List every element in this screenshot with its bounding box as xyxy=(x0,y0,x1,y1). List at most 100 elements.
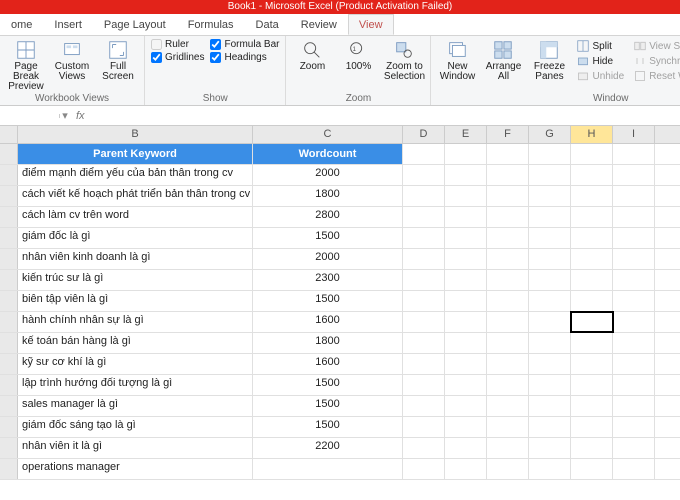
cell[interactable] xyxy=(571,459,613,479)
cell[interactable] xyxy=(445,375,487,395)
cell[interactable]: 2000 xyxy=(253,165,403,185)
cell[interactable]: 2000 xyxy=(253,249,403,269)
cell[interactable] xyxy=(571,186,613,206)
tab-ome[interactable]: ome xyxy=(0,14,43,35)
cell-header-c[interactable]: Wordcount xyxy=(253,144,403,164)
cell[interactable] xyxy=(403,270,445,290)
cell[interactable] xyxy=(571,228,613,248)
formula-bar-checkbox[interactable]: Formula Bar xyxy=(210,39,279,50)
cell[interactable] xyxy=(487,186,529,206)
cell[interactable]: giám đốc sáng tạo là gì xyxy=(18,417,253,437)
cell[interactable] xyxy=(571,270,613,290)
cell[interactable] xyxy=(529,165,571,185)
cell[interactable] xyxy=(613,186,655,206)
col-header-I[interactable]: I xyxy=(613,126,655,143)
cell[interactable]: lập trình hướng đối tượng là gì xyxy=(18,375,253,395)
cell[interactable]: kiến trúc sư là gì xyxy=(18,270,253,290)
row-header[interactable] xyxy=(0,333,18,353)
cell[interactable] xyxy=(571,333,613,353)
cell[interactable] xyxy=(487,291,529,311)
col-header-G[interactable]: G xyxy=(529,126,571,143)
name-box[interactable] xyxy=(0,114,60,118)
cell[interactable] xyxy=(529,186,571,206)
cell[interactable]: 2300 xyxy=(253,270,403,290)
cell[interactable] xyxy=(613,438,655,458)
cell[interactable]: operations manager xyxy=(18,459,253,479)
cell[interactable] xyxy=(445,207,487,227)
cell[interactable] xyxy=(403,207,445,227)
cell[interactable]: điểm mạnh điểm yếu của bản thân trong cv xyxy=(18,165,253,185)
cell[interactable] xyxy=(403,438,445,458)
cell[interactable]: 1500 xyxy=(253,228,403,248)
row-header[interactable] xyxy=(0,375,18,395)
cell[interactable] xyxy=(571,312,613,332)
cell[interactable] xyxy=(529,396,571,416)
cell-header-b[interactable]: Parent Keyword xyxy=(18,144,253,164)
cell[interactable] xyxy=(613,165,655,185)
row-header[interactable] xyxy=(0,354,18,374)
cell[interactable] xyxy=(529,417,571,437)
tab-insert[interactable]: Insert xyxy=(43,14,93,35)
cell[interactable] xyxy=(613,354,655,374)
cell[interactable] xyxy=(445,165,487,185)
cell[interactable] xyxy=(403,354,445,374)
cell[interactable] xyxy=(571,144,613,164)
cell[interactable] xyxy=(571,417,613,437)
cell[interactable] xyxy=(487,249,529,269)
cell[interactable] xyxy=(445,270,487,290)
cell[interactable] xyxy=(529,207,571,227)
row-header[interactable] xyxy=(0,396,18,416)
cell[interactable] xyxy=(613,333,655,353)
cell[interactable] xyxy=(445,438,487,458)
custom-views-button[interactable]: Custom Views xyxy=(52,39,92,82)
col-header-E[interactable]: E xyxy=(445,126,487,143)
split-button[interactable]: Split xyxy=(575,39,626,53)
col-header-C[interactable]: C xyxy=(253,126,403,143)
cell[interactable]: 1500 xyxy=(253,417,403,437)
cell[interactable] xyxy=(487,375,529,395)
cell[interactable] xyxy=(445,228,487,248)
fx-icon[interactable]: fx xyxy=(70,110,91,122)
cell[interactable] xyxy=(403,144,445,164)
row-header[interactable] xyxy=(0,438,18,458)
cell[interactable] xyxy=(613,417,655,437)
cell[interactable] xyxy=(403,333,445,353)
page-break-preview-button[interactable]: Page Break Preview xyxy=(6,39,46,92)
cell[interactable]: nhân viên kinh doanh là gì xyxy=(18,249,253,269)
tab-review[interactable]: Review xyxy=(290,14,348,35)
row-header[interactable] xyxy=(0,249,18,269)
col-header-F[interactable]: F xyxy=(487,126,529,143)
cell[interactable] xyxy=(487,417,529,437)
cell[interactable] xyxy=(403,291,445,311)
cell[interactable] xyxy=(403,186,445,206)
tab-page-layout[interactable]: Page Layout xyxy=(93,14,177,35)
cell[interactable] xyxy=(403,165,445,185)
cell[interactable] xyxy=(403,312,445,332)
row-header[interactable] xyxy=(0,165,18,185)
cell[interactable] xyxy=(487,438,529,458)
arrange-all-button[interactable]: Arrange All xyxy=(483,39,523,82)
cell[interactable]: 1800 xyxy=(253,333,403,353)
cell[interactable] xyxy=(445,459,487,479)
cell[interactable]: 2800 xyxy=(253,207,403,227)
full-screen-button[interactable]: Full Screen xyxy=(98,39,138,82)
cell[interactable] xyxy=(445,312,487,332)
tab-formulas[interactable]: Formulas xyxy=(177,14,245,35)
row-header[interactable] xyxy=(0,312,18,332)
row-header[interactable] xyxy=(0,270,18,290)
cell[interactable] xyxy=(571,291,613,311)
cell[interactable] xyxy=(445,291,487,311)
headings-checkbox[interactable]: Headings xyxy=(210,52,279,63)
cell[interactable] xyxy=(529,144,571,164)
cell[interactable] xyxy=(445,186,487,206)
new-window-button[interactable]: New Window xyxy=(437,39,477,82)
select-all-corner[interactable] xyxy=(0,126,18,143)
ruler-checkbox[interactable]: Ruler xyxy=(151,39,204,50)
cell[interactable] xyxy=(613,396,655,416)
row-header[interactable] xyxy=(0,144,18,164)
cell[interactable]: sales manager là gì xyxy=(18,396,253,416)
cell[interactable] xyxy=(613,291,655,311)
cell[interactable] xyxy=(403,249,445,269)
row-header[interactable] xyxy=(0,228,18,248)
cell[interactable] xyxy=(613,459,655,479)
